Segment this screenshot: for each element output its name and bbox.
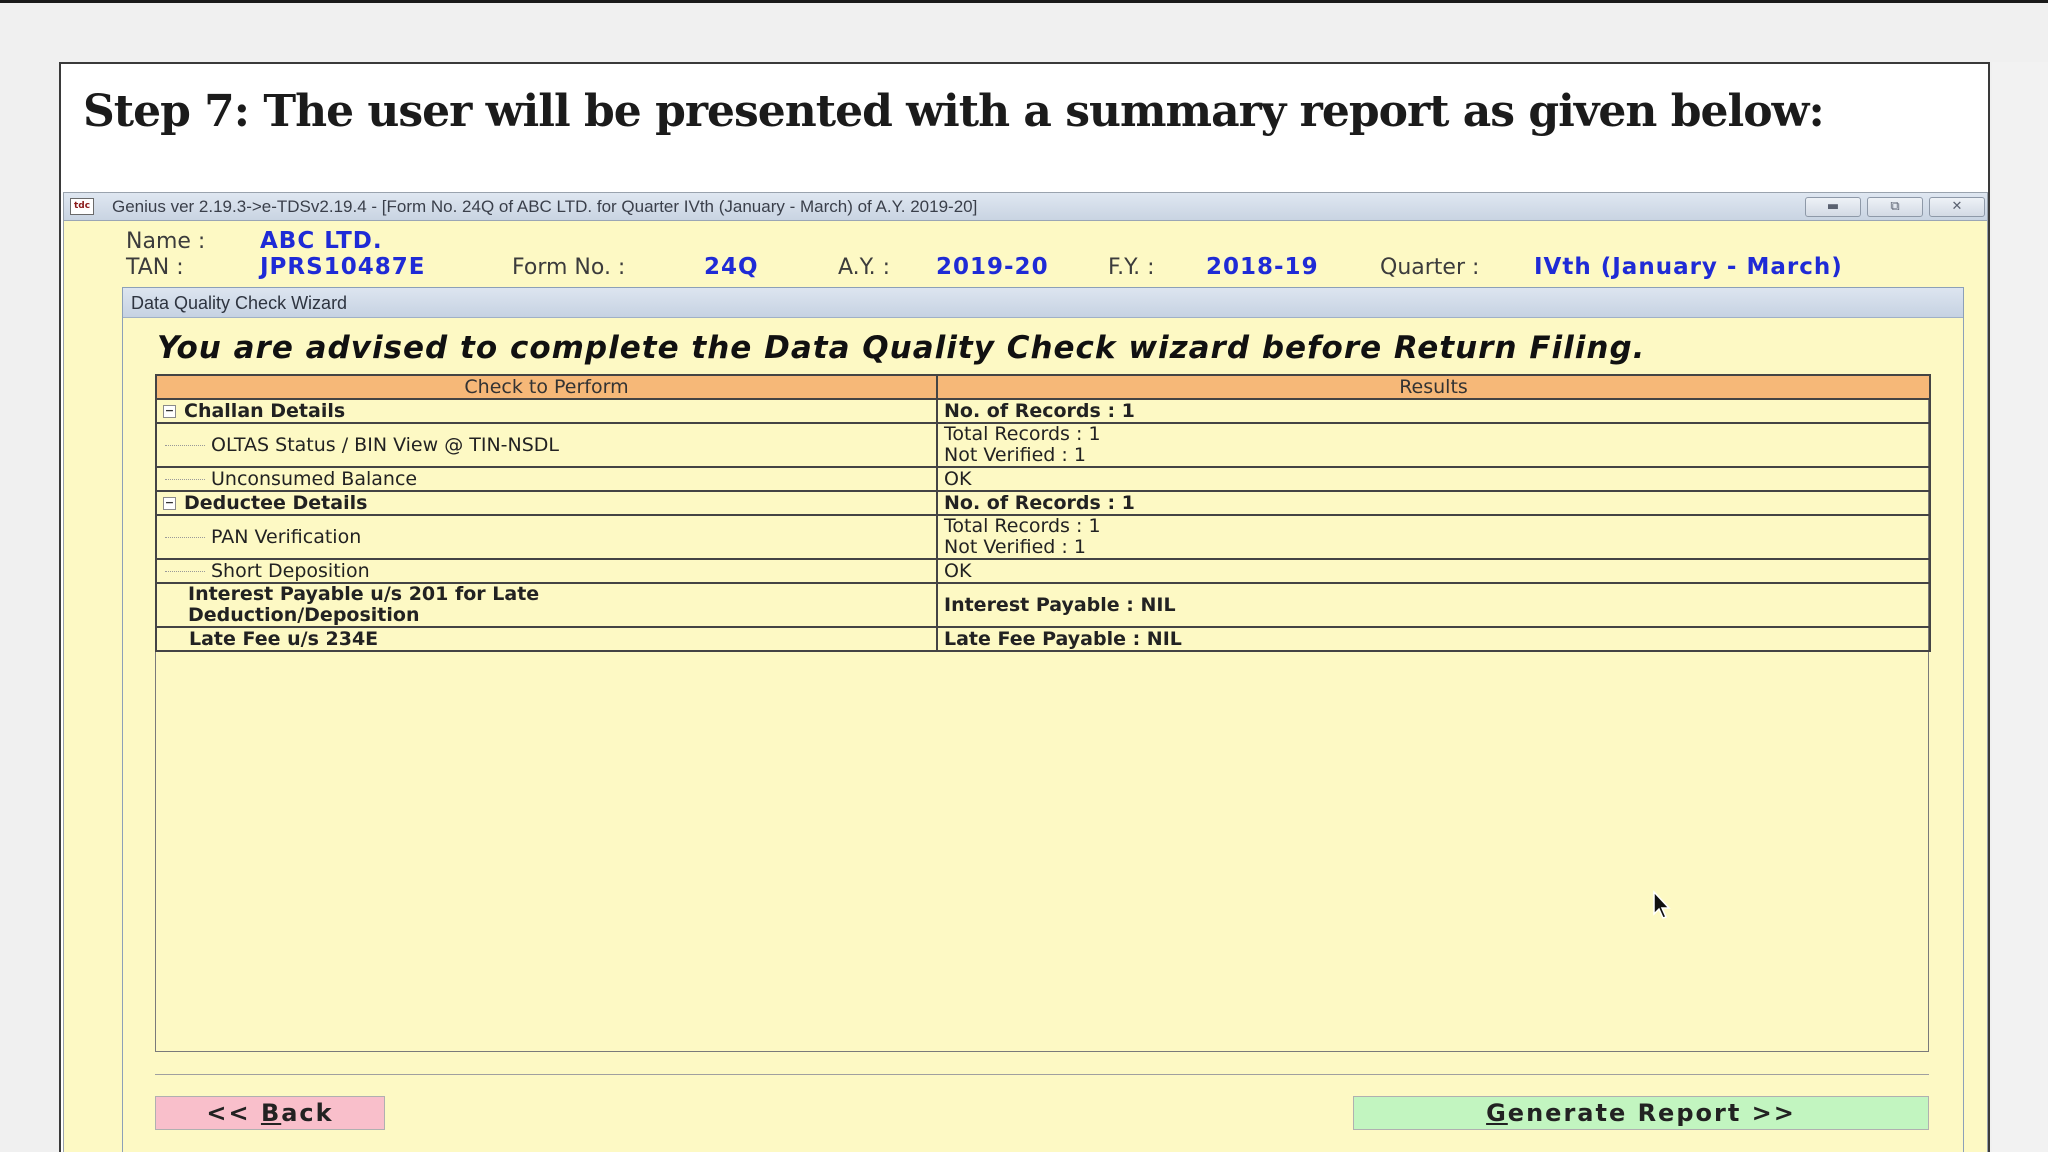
fy-value: 2018-19 (1206, 254, 1319, 280)
result-cell: No. of Records : 1 (936, 490, 1931, 516)
back-button[interactable]: << Back (155, 1096, 385, 1130)
result-cell: No. of Records : 1 (936, 398, 1931, 424)
generate-report-button[interactable]: Generate Report >> (1353, 1096, 1929, 1130)
tan-value: JPRS10487E (260, 254, 426, 280)
result-cell: OK (936, 466, 1931, 492)
collapse-icon[interactable]: − (163, 496, 176, 510)
close-icon: ✕ (1951, 199, 1963, 214)
ay-label: A.Y. : (838, 255, 891, 280)
window-title: Genius ver 2.19.3->e-TDSv2.19.4 - [Form … (112, 197, 978, 216)
result-cell: Late Fee Payable : NIL (936, 626, 1931, 652)
check-label: Interest Payable u/s 201 for Late (188, 583, 540, 605)
quarter-label: Quarter : (1380, 255, 1480, 280)
slide-background-strip (1992, 62, 2048, 1152)
back-button-accel: B (260, 1099, 282, 1127)
top-edge (0, 0, 2048, 3)
tan-label: TAN : (126, 255, 184, 280)
back-button-rest: ack (281, 1099, 334, 1127)
app-window: tdc Genius ver 2.19.3->e-TDSv2.19.4 - [F… (63, 192, 1988, 1152)
collapse-icon[interactable]: − (163, 404, 176, 418)
step-title: Step 7: The user will be presented with … (83, 86, 1825, 137)
data-quality-check-wizard: Data Quality Check Wizard You are advise… (122, 287, 1964, 1152)
form-label: Form No. : (512, 255, 626, 280)
wizard-caption: Data Quality Check Wizard (131, 293, 348, 313)
table-row-challan-details[interactable]: − Challan Details No. of Records : 1 (155, 398, 1931, 424)
check-label: Challan Details (184, 399, 346, 422)
window-titlebar[interactable]: tdc Genius ver 2.19.3->e-TDSv2.19.4 - [F… (64, 193, 1987, 221)
app-icon: tdc (70, 198, 94, 215)
result-cell: Total Records : 1 Not Verified : 1 (936, 514, 1931, 560)
quarter-value: IVth (January - March) (1534, 254, 1843, 280)
tree-connector (165, 444, 205, 446)
checks-table: Check to Perform Results − Challan Detail… (155, 374, 1931, 652)
result-line: Not Verified : 1 (944, 444, 1086, 466)
result-line: Total Records : 1 (944, 423, 1101, 445)
table-row-interest-payable[interactable]: Interest Payable u/s 201 for Late Deduct… (155, 582, 1931, 628)
check-cell: Unconsumed Balance (155, 466, 938, 492)
table-row-short-deposition[interactable]: Short Deposition OK (155, 558, 1931, 584)
table-header-row: Check to Perform Results (155, 374, 1931, 400)
check-cell: Interest Payable u/s 201 for Late Deduct… (155, 582, 938, 628)
check-cell: Late Fee u/s 234E (155, 626, 938, 652)
table-row-late-fee[interactable]: Late Fee u/s 234E Late Fee Payable : NIL (155, 626, 1931, 652)
check-label: Deduction/Deposition (188, 604, 420, 626)
form-value: 24Q (704, 254, 759, 280)
result-cell: Total Records : 1 Not Verified : 1 (936, 422, 1931, 468)
generate-button-accel: G (1486, 1099, 1508, 1127)
table-row-unconsumed-balance[interactable]: Unconsumed Balance OK (155, 466, 1931, 492)
check-label: Deductee Details (184, 491, 368, 514)
check-label: Short Deposition (211, 559, 370, 582)
minimize-icon: ▬ (1826, 199, 1840, 214)
advice-text: You are advised to complete the Data Qua… (157, 330, 1646, 366)
check-label: Late Fee u/s 234E (189, 627, 379, 650)
check-cell: OLTAS Status / BIN View @ TIN-NSDL (155, 422, 938, 468)
tree-connector (165, 478, 205, 480)
check-label: PAN Verification (211, 525, 362, 548)
mouse-cursor-icon (1653, 890, 1671, 919)
result-line: Not Verified : 1 (944, 536, 1086, 558)
name-label: Name : (126, 229, 206, 254)
checks-grid[interactable]: Check to Perform Results − Challan Detail… (155, 374, 1931, 1052)
name-value: ABC LTD. (260, 228, 383, 254)
divider (155, 1074, 1929, 1075)
tree-connector (165, 570, 205, 572)
restore-button[interactable]: ⧉ (1867, 197, 1923, 217)
column-header-check[interactable]: Check to Perform (155, 374, 938, 400)
fy-label: F.Y. : (1108, 255, 1155, 280)
back-button-prefix: << (206, 1099, 261, 1127)
check-label: Unconsumed Balance (211, 467, 418, 490)
wizard-caption-bar: Data Quality Check Wizard (123, 288, 1963, 318)
result-line: Total Records : 1 (944, 515, 1101, 537)
result-cell: Interest Payable : NIL (936, 582, 1931, 628)
column-header-results[interactable]: Results (936, 374, 1931, 400)
check-cell: PAN Verification (155, 514, 938, 560)
check-cell: − Challan Details (155, 398, 938, 424)
restore-icon: ⧉ (1890, 199, 1900, 214)
table-row-pan-verification[interactable]: PAN Verification Total Records : 1 Not V… (155, 514, 1931, 560)
check-label: OLTAS Status / BIN View @ TIN-NSDL (211, 433, 560, 456)
result-cell: OK (936, 558, 1931, 584)
minimize-button[interactable]: ▬ (1805, 197, 1861, 217)
check-cell: Short Deposition (155, 558, 938, 584)
ay-value: 2019-20 (936, 254, 1049, 280)
check-cell: − Deductee Details (155, 490, 938, 516)
generate-button-rest: enerate Report >> (1507, 1099, 1796, 1127)
table-row-deductee-details[interactable]: − Deductee Details No. of Records : 1 (155, 490, 1931, 516)
close-button[interactable]: ✕ (1929, 197, 1985, 217)
tree-connector (165, 536, 205, 538)
table-row-oltas-status[interactable]: OLTAS Status / BIN View @ TIN-NSDL Total… (155, 422, 1931, 468)
slide: Step 7: The user will be presented with … (59, 62, 1990, 1152)
